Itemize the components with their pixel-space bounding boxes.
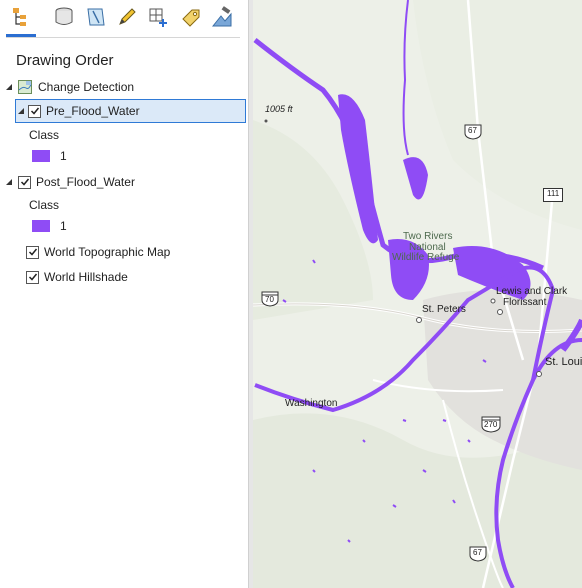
route-111-shield: 111 [543,188,563,207]
list-by-drawing-order-icon[interactable] [8,4,34,30]
map-item-change-detection[interactable]: Change Detection [4,76,134,98]
layer-label: World Topographic Map [44,245,171,259]
interstate-270-shield: 270 [481,416,501,438]
checkbox-icon[interactable] [26,245,39,259]
place-label-st-louis: St. Louis [545,356,582,368]
place-label-st-peters: St. Peters [422,304,466,315]
map-icon [18,80,32,94]
expand-caret-icon[interactable] [4,82,14,92]
toolbar-divider [6,37,240,38]
layer-world-hillshade[interactable]: World Hillshade [26,266,128,288]
layer-label: Pre_Flood_Water [46,104,140,118]
class-symbol[interactable]: 1 [32,215,67,237]
us-route-67-shield: 67 [464,124,482,145]
checkbox-icon[interactable] [18,175,31,189]
list-by-labeling-icon[interactable] [178,4,204,30]
class-symbol[interactable]: 1 [32,145,67,167]
us-route-67-shield: 67 [469,546,487,567]
layer-post-flood-water[interactable]: Post_Flood_Water [4,171,135,193]
collapse-caret-icon[interactable] [16,106,26,116]
layer-pre-flood-water[interactable]: Pre_Flood_Water [16,100,140,122]
list-by-source-icon[interactable] [51,4,77,30]
elevation-label: 1005 ft [265,104,293,114]
checkbox-icon[interactable] [26,270,39,284]
color-swatch [32,150,50,162]
color-swatch [32,220,50,232]
place-label-two-rivers: Two Rivers [403,231,453,242]
route-number: 111 [547,189,560,198]
class-value: 1 [60,219,67,233]
route-number: 70 [265,295,274,304]
list-by-selection-icon[interactable] [83,4,109,30]
place-label-florissant: Florissant [503,297,547,308]
map-view[interactable]: 1005 ft Two Rivers National Wildlife Ref… [253,0,582,588]
layer-world-topographic-map[interactable]: World Topographic Map [26,241,170,263]
layer-label: Post_Flood_Water [36,175,135,189]
contents-toolbar [0,0,248,38]
list-by-perspective-imagery-icon[interactable] [209,4,235,30]
class-value: 1 [60,149,67,163]
contents-pane: Drawing Order Change Detection Pre_Flood… [0,0,248,588]
class-header: Class [29,198,60,212]
list-by-editing-icon[interactable] [114,4,140,30]
interstate-70-shield: 70 [261,291,279,312]
route-number: 270 [484,420,498,429]
place-label-wildlife-refuge: Wildlife Refuge [392,252,460,263]
class-header: Class [29,128,60,142]
checkbox-icon[interactable] [28,104,41,118]
collapse-caret-icon[interactable] [4,177,14,187]
place-label-washington: Washington [285,398,338,409]
route-number: 67 [473,548,482,557]
route-number: 67 [468,126,477,135]
map-item-label: Change Detection [38,80,135,94]
list-by-snapping-icon[interactable] [145,4,171,30]
drawing-order-title: Drawing Order [16,52,114,69]
layer-label: World Hillshade [44,270,128,284]
place-label-lewis-and-clark: Lewis and Clark [496,286,568,297]
